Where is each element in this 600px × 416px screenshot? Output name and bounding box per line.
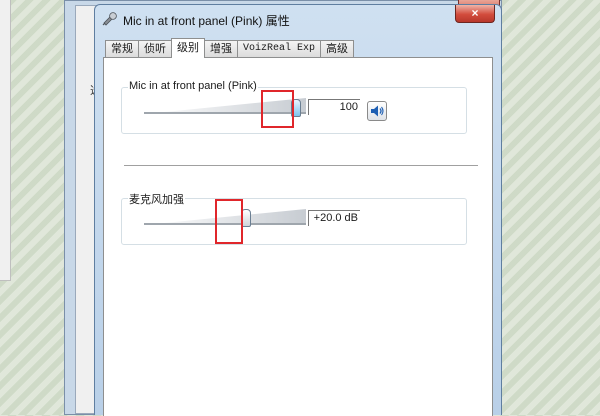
tab-levels[interactable]: 级别 bbox=[171, 38, 205, 58]
left-background-panel bbox=[0, 0, 11, 281]
dialog-title: Mic in at front panel (Pink) 属性 bbox=[123, 14, 290, 28]
microphone-boost-value[interactable]: +20.0 dB bbox=[308, 210, 360, 226]
tab-advanced[interactable]: 高级 bbox=[320, 40, 355, 57]
tab-bar: 常规 侦听 级别 增强 VoizReal Exp 高级 bbox=[105, 38, 355, 58]
microphone-icon bbox=[101, 11, 119, 27]
microphone-slider-highlight bbox=[261, 90, 294, 128]
tab-voizreal-exp[interactable]: VoizReal Exp bbox=[237, 40, 322, 57]
tab-general[interactable]: 常规 bbox=[105, 40, 139, 57]
boost-slider-highlight bbox=[215, 199, 243, 244]
tab-listen[interactable]: 侦听 bbox=[138, 40, 172, 57]
separator-line bbox=[124, 165, 478, 167]
close-button[interactable]: × bbox=[455, 5, 495, 23]
microphone-boost-group: 麦克风加强 +20.0 dB bbox=[121, 191, 467, 245]
mute-button[interactable] bbox=[367, 101, 387, 121]
microphone-level-label: Mic in at front panel (Pink) bbox=[128, 80, 258, 92]
levels-tab-content: Mic in at front panel (Pink) 100 麦克风加强 +… bbox=[103, 57, 493, 416]
properties-dialog: Mic in at front panel (Pink) 属性 × 常规 侦听 … bbox=[94, 4, 502, 416]
close-icon: × bbox=[471, 6, 479, 20]
microphone-level-group: Mic in at front panel (Pink) 100 bbox=[121, 80, 467, 134]
tab-enhancements[interactable]: 增强 bbox=[204, 40, 238, 57]
microphone-boost-label: 麦克风加强 bbox=[128, 191, 185, 207]
microphone-level-value[interactable]: 100 bbox=[308, 99, 360, 115]
speaker-icon bbox=[368, 105, 386, 123]
